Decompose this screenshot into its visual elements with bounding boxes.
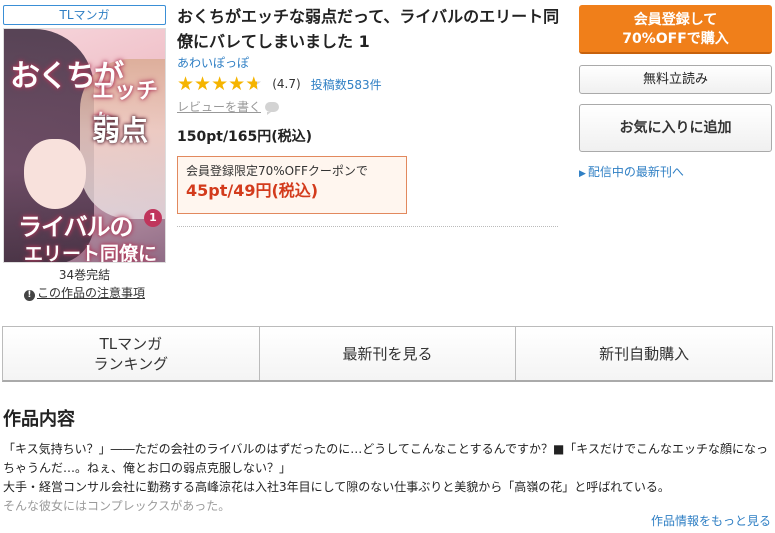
tab-label: 新刊自動購入	[599, 344, 690, 363]
star-icon: ★	[177, 72, 195, 95]
latest-link-label: 配信中の最新刊へ	[587, 165, 684, 179]
star-icon: ★	[228, 72, 246, 95]
cover-volume-badge: 1	[144, 209, 162, 227]
rating-value: (4.7)	[272, 77, 301, 91]
cover-title-text: 弱点	[92, 114, 149, 147]
description-heading: 作品内容	[3, 409, 75, 430]
star-icon: ★	[194, 72, 212, 95]
tab-bar: TLマンガ ランキング 最新刊を見る 新刊自動購入	[2, 326, 773, 382]
speech-bubble-icon	[265, 101, 280, 115]
price: 150pt/165円(税込)	[177, 129, 313, 145]
write-review-link[interactable]: レビューを書く	[177, 98, 280, 115]
tab-label: TLマンガ	[99, 334, 163, 353]
notice-label: この作品の注意事項	[36, 286, 145, 300]
more-info-link[interactable]: 作品情報をもっと見る	[651, 512, 771, 529]
write-review-label: レビューを書く	[177, 100, 262, 114]
triangle-right-icon: ▶	[579, 169, 586, 179]
star-icon: ★	[245, 72, 263, 95]
tab-auto-purchase[interactable]: 新刊自動購入	[516, 327, 772, 380]
add-favorite-button[interactable]: お気に入りに追加	[579, 104, 772, 152]
tab-tl-ranking[interactable]: TLマンガ ランキング	[3, 327, 260, 380]
register-purchase-button[interactable]: 会員登録して 70%OFFで購入	[579, 5, 772, 54]
tab-label: 最新刊を見る	[342, 344, 433, 363]
coupon-label: 会員登録限定70%OFFクーポンで	[186, 164, 368, 178]
free-read-button[interactable]: 無料立読み	[579, 65, 772, 94]
description-line: 「キス気持ちい？」――ただの会社のライバルのはずだったのに…どうしてこんなことす…	[3, 442, 768, 475]
coupon-box: 会員登録限定70%OFFクーポンで 45pt/49円(税込)	[177, 156, 407, 214]
coupon-price: 45pt/49円(税込)	[186, 181, 319, 200]
cover-face	[24, 139, 86, 209]
rating-row: ★ ★ ★ ★ ★ (4.7) 投稿数583件	[177, 74, 382, 94]
cover-image[interactable]: おくちが エッチな 弱点 ライバルの エリート同僚に 1	[3, 28, 166, 263]
genre-tag[interactable]: TLマンガ	[3, 5, 166, 25]
author-link[interactable]: あわいぽっぽ	[177, 54, 249, 71]
description-text: 「キス気持ちい？」――ただの会社のライバルのはずだったのに…どうしてこんなことす…	[3, 440, 773, 516]
divider	[177, 226, 558, 227]
description-line: 大手・経営コンサル会社に勤務する高峰涼花は入社3年目にして隙のない仕事ぶりと美貌…	[3, 480, 670, 494]
register-line2: 70%OFFで購入	[622, 31, 729, 47]
cover-title-text: ライバルの	[18, 212, 134, 241]
register-line1: 会員登録して	[633, 12, 718, 28]
star-rating: ★ ★ ★ ★ ★	[177, 72, 263, 95]
volume-count: 34巻完結	[58, 268, 111, 282]
notice-link[interactable]: ! この作品の注意事項	[3, 284, 166, 301]
book-title: おくちがエッチな弱点だって、ライバルのエリート同僚にバレてしまいました 1	[177, 7, 560, 51]
info-icon: !	[23, 290, 35, 301]
star-icon: ★	[211, 72, 229, 95]
cover-title-text: エリート同僚に	[24, 243, 158, 263]
tab-label: ランキング	[93, 354, 169, 373]
tab-latest-volume[interactable]: 最新刊を見る	[260, 327, 517, 380]
review-count-link[interactable]: 投稿数583件	[311, 76, 382, 93]
latest-volume-link[interactable]: ▶ 配信中の最新刊へ	[579, 163, 684, 180]
